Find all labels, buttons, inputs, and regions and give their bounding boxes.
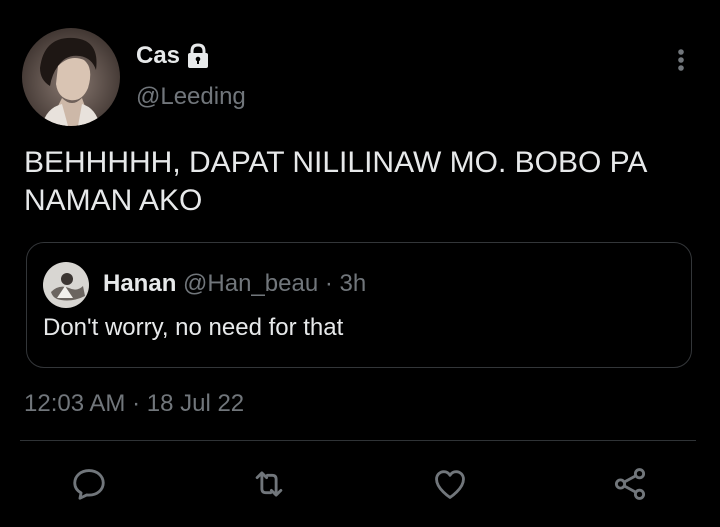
share-icon [614, 468, 646, 500]
reply-button[interactable] [69, 464, 109, 504]
quoted-tweet-time[interactable]: 3h [340, 270, 367, 297]
retweet-button[interactable] [249, 464, 289, 504]
tweet-time: 12:03 AM [24, 390, 126, 417]
quoted-tweet-card[interactable]: Hanan @Han_beau · 3h Don't worry, no nee… [26, 242, 692, 368]
quoted-author-avatar[interactable] [43, 262, 89, 308]
quoted-tweet-text: Don't worry, no need for that [43, 314, 344, 341]
author-display-name[interactable]: Cas [136, 41, 180, 71]
retweet-icon [255, 471, 283, 497]
author-avatar-image [22, 28, 120, 126]
timestamp-separator: · [132, 390, 141, 417]
author-name-row[interactable]: Cas [136, 41, 210, 71]
quoted-author-name[interactable]: Hanan [103, 270, 176, 297]
author-handle[interactable]: @Leeding [136, 82, 246, 112]
share-button[interactable] [610, 464, 650, 504]
quoted-author-handle[interactable]: @Han_beau [183, 270, 318, 297]
tweet-text: BEHHHHH, DAPAT NILILINAW MO. BOBO PA NAM… [24, 146, 646, 217]
like-button[interactable] [430, 464, 470, 504]
tweet-timestamp[interactable]: 12:03 AM · 18 Jul 22 [24, 389, 244, 419]
divider [20, 440, 696, 441]
lock-icon [186, 43, 210, 69]
quoted-header-separator: · [324, 270, 333, 297]
quoted-tweet-header: Hanan @Han_beau · 3h [103, 269, 366, 299]
more-options-icon[interactable] [670, 46, 692, 76]
tweet-date: 18 Jul 22 [146, 390, 245, 417]
reply-icon [73, 469, 105, 500]
author-avatar[interactable] [22, 28, 120, 126]
heart-icon [435, 470, 465, 499]
